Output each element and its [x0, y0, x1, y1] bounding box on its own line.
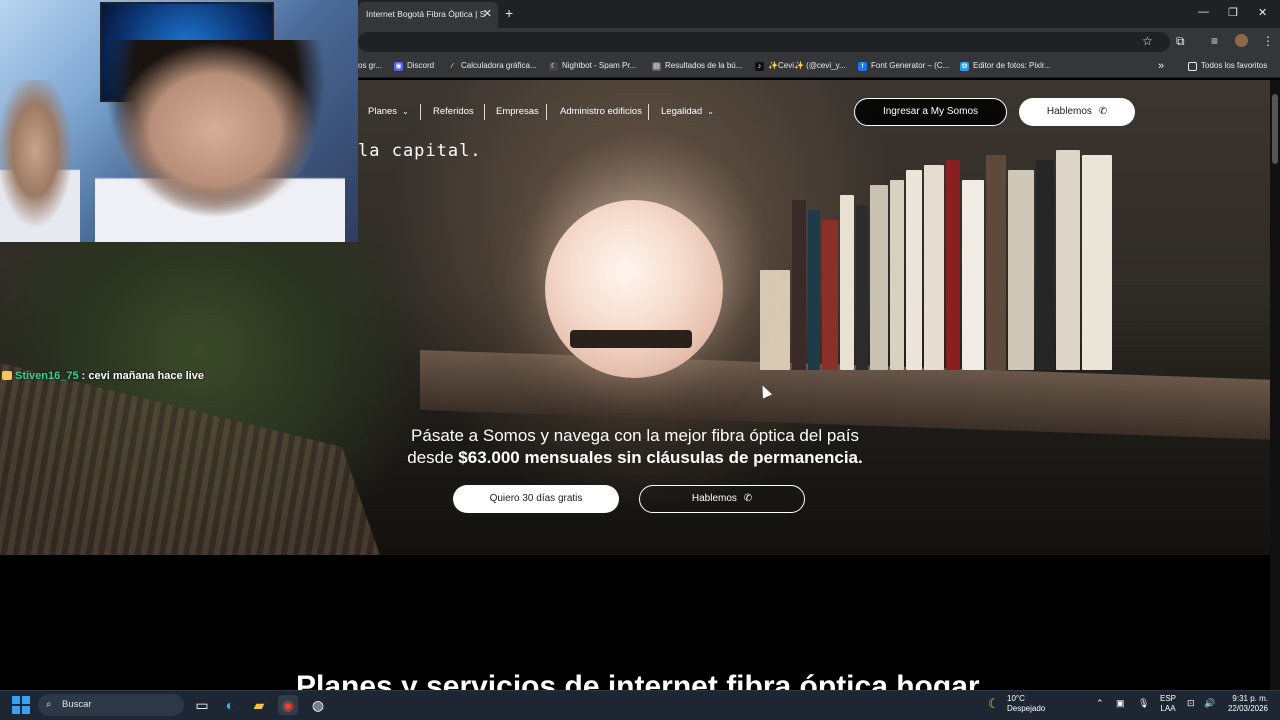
nav-divider — [648, 104, 649, 120]
discord-icon: ◉ — [394, 61, 403, 71]
streamer-left — [0, 80, 80, 242]
chrome-icon[interactable]: ◉ — [278, 695, 298, 715]
section-title: Planes y servicios de internet fibra ópt… — [296, 670, 980, 690]
tab-title: Internet Bogotá Fibra Óptica | S — [366, 9, 486, 19]
bookmark-item[interactable]: ♪ ✨Cevi✨ (@cevi_y... — [755, 58, 846, 74]
login-button[interactable]: Ingresar a My Somos — [854, 98, 1007, 126]
doc-icon: ▤ — [652, 61, 661, 71]
star-icon[interactable]: ☆ — [1142, 34, 1153, 48]
hero-heading-fragment: la capital. — [358, 141, 482, 161]
tray-overflow-icon[interactable]: ⌃ — [1096, 698, 1104, 709]
nav-empresas[interactable]: Empresas — [496, 106, 539, 117]
bookmark-item[interactable]: ▤ Resultados de la bú... — [652, 58, 742, 74]
talk-button-hero[interactable]: Hablemos ✆ — [639, 485, 805, 513]
site-nav: Planes ⌄ Referidos Empresas Administro ed… — [358, 98, 1280, 126]
chat-message: Stiven16_75 : cevi mañana hace live — [2, 370, 204, 382]
browser-tab-active[interactable]: Internet Bogotá Fibra Óptica | S ✕ — [358, 2, 498, 28]
sub-badge-icon — [2, 371, 12, 380]
chat-text: cevi mañana hace live — [88, 370, 204, 382]
clock[interactable]: 9:31 p. m. 22/03/2026 — [1224, 694, 1268, 714]
bookmark-item[interactable]: ◉ Discord — [394, 58, 434, 74]
scrollbar-track[interactable] — [1270, 80, 1280, 690]
media-icon[interactable]: ≡ — [1211, 34, 1218, 48]
weather-widget[interactable]: 10°C Despejado — [987, 694, 1045, 714]
nav-referidos[interactable]: Referidos — [433, 106, 474, 117]
file-explorer-icon[interactable]: ▰ — [249, 695, 269, 715]
all-favorites-folder[interactable]: Todos los favoritos — [1188, 58, 1267, 74]
chevron-down-icon: ⌄ — [707, 107, 714, 116]
pixlr-icon: ✿ — [960, 61, 969, 71]
chevron-down-icon: ⌄ — [402, 107, 409, 116]
lamp-globe — [545, 200, 723, 378]
search-icon: ⌕ — [46, 699, 52, 710]
obs-icon[interactable]: ◍ — [308, 695, 328, 715]
nav-divider — [420, 104, 421, 120]
edge-icon[interactable]: ◐ — [220, 695, 240, 715]
whatsapp-icon: ✆ — [1098, 106, 1108, 117]
folder-icon — [1188, 61, 1197, 71]
books — [760, 150, 1180, 370]
bookmark-item[interactable]: ☾ Nightbot - Spam Pr... — [549, 58, 636, 74]
menu-icon[interactable]: ⋮ — [1262, 34, 1274, 48]
lamp-base — [570, 330, 692, 348]
profile-avatar[interactable] — [1235, 34, 1248, 47]
windows-start-icon[interactable] — [12, 696, 30, 714]
price-highlight: $63.000 mensuales sin cláusulas de perma… — [458, 448, 863, 467]
taskbar-search[interactable]: ⌕ Buscar — [38, 694, 184, 716]
tray-app-icon[interactable]: ▣ — [1116, 698, 1125, 709]
chat-username: Stiven16_75 — [15, 370, 79, 382]
free-trial-button[interactable]: Quiero 30 días gratis — [453, 485, 619, 513]
tiktok-icon: ♪ — [755, 61, 764, 71]
minimize-icon[interactable]: — — [1198, 6, 1209, 18]
extensions-icon[interactable]: ⧉ — [1176, 34, 1185, 49]
nightbot-icon: ☾ — [549, 61, 558, 71]
close-window-icon[interactable]: ✕ — [1258, 6, 1267, 19]
address-bar[interactable] — [358, 32, 1170, 52]
desmos-icon: ⁄ — [448, 61, 457, 71]
language-indicator[interactable]: ESP LAA — [1160, 694, 1176, 714]
bookmarks-overflow-button[interactable]: » — [1158, 58, 1164, 74]
network-icon[interactable]: ⊡ — [1187, 698, 1195, 709]
volume-icon[interactable]: 🔊 — [1204, 698, 1215, 709]
streamer-center — [95, 40, 345, 242]
close-tab-icon[interactable]: ✕ — [483, 2, 492, 26]
nav-divider — [546, 104, 547, 120]
scrollbar-thumb[interactable] — [1272, 94, 1278, 164]
bookmark-item[interactable]: ✿ Editor de fotos: Pixlr... — [960, 58, 1051, 74]
new-tab-button[interactable]: + — [505, 5, 513, 21]
webcam-overlay — [0, 0, 358, 242]
restore-icon[interactable]: ❐ — [1228, 6, 1238, 19]
whatsapp-icon: ✆ — [743, 493, 753, 504]
nav-planes[interactable]: Planes ⌄ — [368, 106, 409, 117]
task-view-icon[interactable]: ▭ — [192, 695, 212, 715]
font-icon: f — [858, 61, 867, 71]
bookmark-item[interactable]: ⁄ Calculadora gráfica... — [448, 58, 537, 74]
hero-tagline: Pásate a Somos y navega con la mejor fib… — [407, 426, 863, 467]
bookmark-item[interactable]: f Font Generator – (C... — [858, 58, 949, 74]
microphone-icon[interactable]: 🎙 — [1138, 698, 1149, 709]
nav-administro-edificios[interactable]: Administro edificios — [560, 106, 642, 117]
nav-divider — [484, 104, 485, 120]
talk-button-header[interactable]: Hablemos ✆ — [1019, 98, 1135, 126]
bookmark-item[interactable]: os gr... — [358, 58, 382, 74]
nav-legalidad[interactable]: Legalidad ⌄ — [661, 106, 714, 117]
